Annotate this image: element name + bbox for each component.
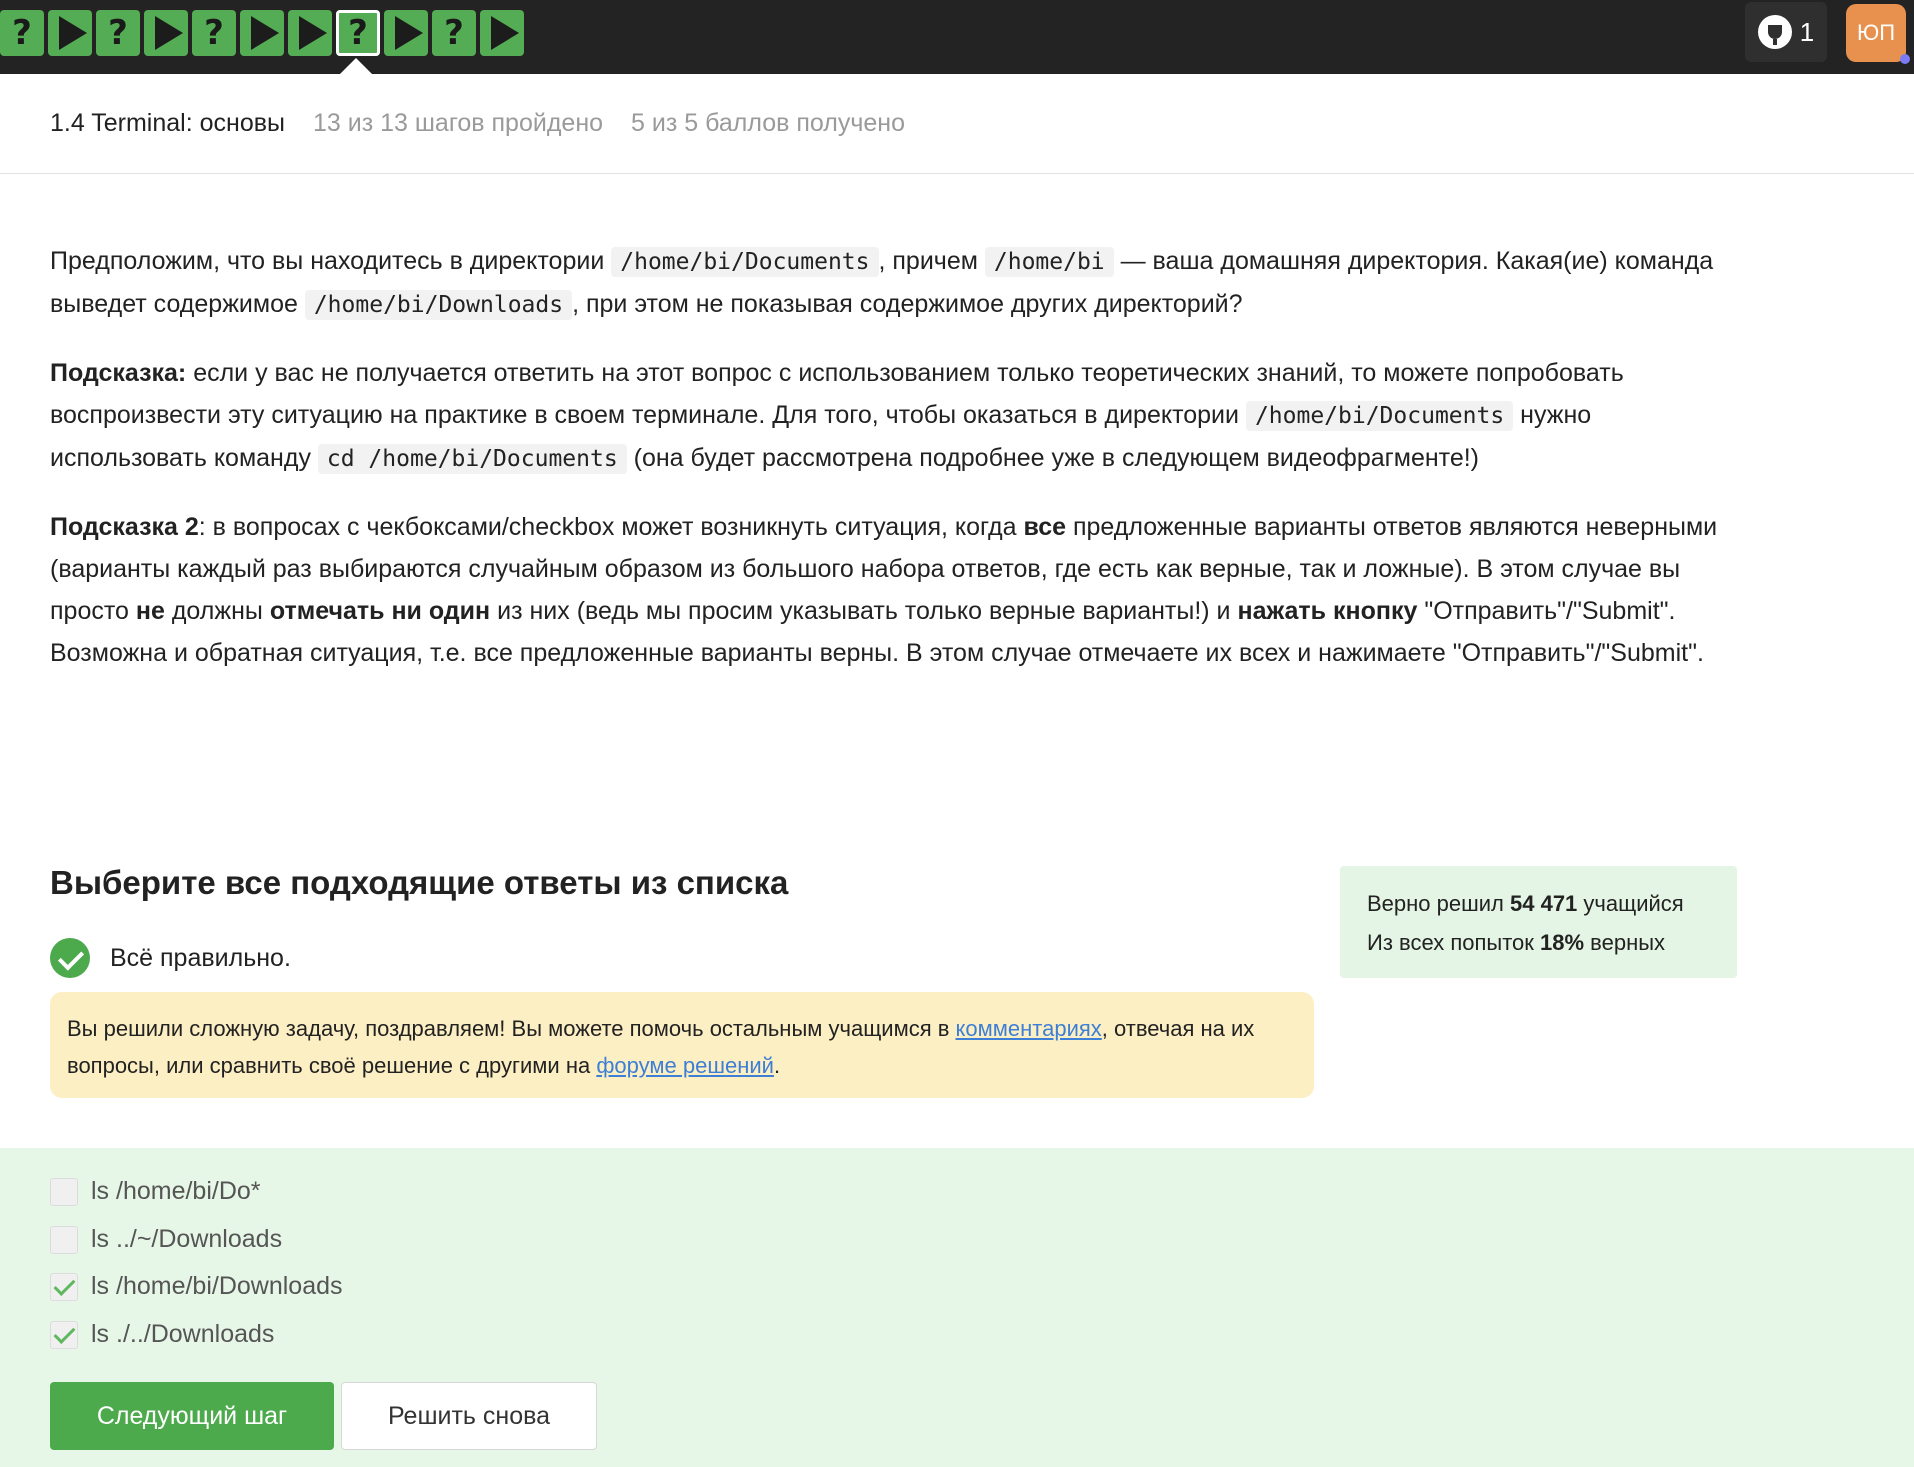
congrats-banner: Вы решили сложную задачу, поздравляем! В… — [50, 992, 1314, 1098]
play-icon — [491, 16, 519, 50]
checkbox-checked[interactable] — [50, 1320, 78, 1349]
play-icon — [155, 16, 183, 50]
step-6-video[interactable] — [240, 10, 284, 56]
code-path-documents: /home/bi/Documents — [1245, 401, 1514, 431]
code-path-documents: /home/bi/Documents — [611, 247, 879, 277]
answer-option[interactable]: ls ../~/Downloads — [50, 1225, 282, 1254]
code-path-home: /home/bi — [984, 247, 1114, 277]
lesson-score: 5 из 5 баллов получено — [631, 109, 905, 137]
comments-link[interactable]: комментариях — [956, 1016, 1102, 1041]
step-4-video[interactable] — [144, 10, 188, 56]
answer-option[interactable]: ls /home/bi/Downloads — [50, 1272, 343, 1301]
question-mark-icon: ? — [444, 13, 464, 53]
step-3-question[interactable]: ? — [96, 10, 140, 56]
hint-paragraph: Подсказка: если у вас не получается отве… — [50, 359, 1624, 474]
lesson-steps: ? ? ? ? ? — [0, 10, 524, 56]
achievements-count: 1 — [1799, 16, 1815, 47]
next-step-button[interactable]: Следующий шаг — [50, 1382, 334, 1450]
hint-label: Подсказка: — [50, 359, 187, 387]
step-10-question[interactable]: ? — [432, 10, 476, 56]
answer-option-label: ls /home/bi/Do* — [91, 1177, 261, 1205]
step-11-video[interactable] — [480, 10, 524, 56]
attempts-rate: Из всех попыток 18% верных — [1367, 930, 1666, 955]
question-mark-icon: ? — [12, 13, 32, 53]
question-mark-icon: ? — [348, 13, 368, 53]
play-icon — [59, 16, 87, 50]
check-circle-icon — [50, 938, 90, 978]
code-path-downloads: /home/bi/Downloads — [304, 290, 573, 320]
step-5-question[interactable]: ? — [192, 10, 236, 56]
question-mark-icon: ? — [108, 13, 128, 53]
user-avatar[interactable]: ЮП — [1846, 4, 1910, 64]
top-navigation-bar: ? ? ? ? ? 1 ЮП — [0, 0, 1914, 74]
lesson-header: 1.4 Terminal: основы 13 из 13 шагов прой… — [0, 74, 1914, 174]
stats-panel: Верно решил 54 471 учащийся Из всех попы… — [1340, 866, 1737, 978]
solutions-forum-link[interactable]: форуме решений — [596, 1053, 774, 1078]
current-step-marker — [340, 58, 372, 74]
lesson-title[interactable]: 1.4 Terminal: основы — [50, 109, 285, 138]
lesson-progress: 13 из 13 шагов пройдено — [312, 109, 604, 137]
code-cd-command: cd /home/bi/Documents — [317, 444, 627, 474]
answer-option[interactable]: ls /home/bi/Do* — [50, 1177, 261, 1206]
step-8-question-current[interactable]: ? — [336, 10, 380, 56]
question-mark-icon: ? — [204, 13, 224, 53]
step-9-video[interactable] — [384, 10, 428, 56]
play-icon — [251, 16, 279, 50]
achievements-button[interactable]: 1 — [1745, 2, 1827, 62]
question-paragraph: Предположим, что вы находитесь в директо… — [50, 247, 1714, 320]
step-text: Предположим, что вы находитесь в директо… — [50, 240, 1740, 700]
solved-count: Верно решил 54 471 учащийся — [1367, 891, 1684, 916]
hint-2-label: Подсказка 2 — [50, 513, 199, 541]
correct-status-text: Всё правильно. — [110, 943, 291, 972]
answer-option-label: ls ./../Downloads — [91, 1320, 275, 1348]
answer-option-label: ls ../~/Downloads — [91, 1225, 283, 1253]
play-icon — [395, 16, 423, 50]
answer-option-label: ls /home/bi/Downloads — [91, 1272, 343, 1300]
trophy-icon — [1757, 15, 1792, 49]
answer-option[interactable]: ls ./../Downloads — [50, 1320, 274, 1349]
avatar-initials: ЮП — [1856, 20, 1896, 45]
checkbox-unchecked[interactable] — [50, 1225, 78, 1254]
notification-dot — [1900, 54, 1910, 64]
step-2-video[interactable] — [48, 10, 92, 56]
solve-again-button[interactable]: Решить снова — [341, 1382, 597, 1450]
step-7-video[interactable] — [288, 10, 332, 56]
correct-status: Всё правильно. — [50, 938, 291, 978]
checkbox-unchecked[interactable] — [50, 1177, 78, 1206]
quiz-title: Выберите все подходящие ответы из списка — [50, 864, 789, 901]
hint-2-paragraph: Подсказка 2: в вопросах с чекбоксами/che… — [50, 513, 1718, 667]
checkbox-checked[interactable] — [50, 1272, 78, 1301]
step-1-question[interactable]: ? — [0, 10, 44, 56]
play-icon — [299, 16, 327, 50]
